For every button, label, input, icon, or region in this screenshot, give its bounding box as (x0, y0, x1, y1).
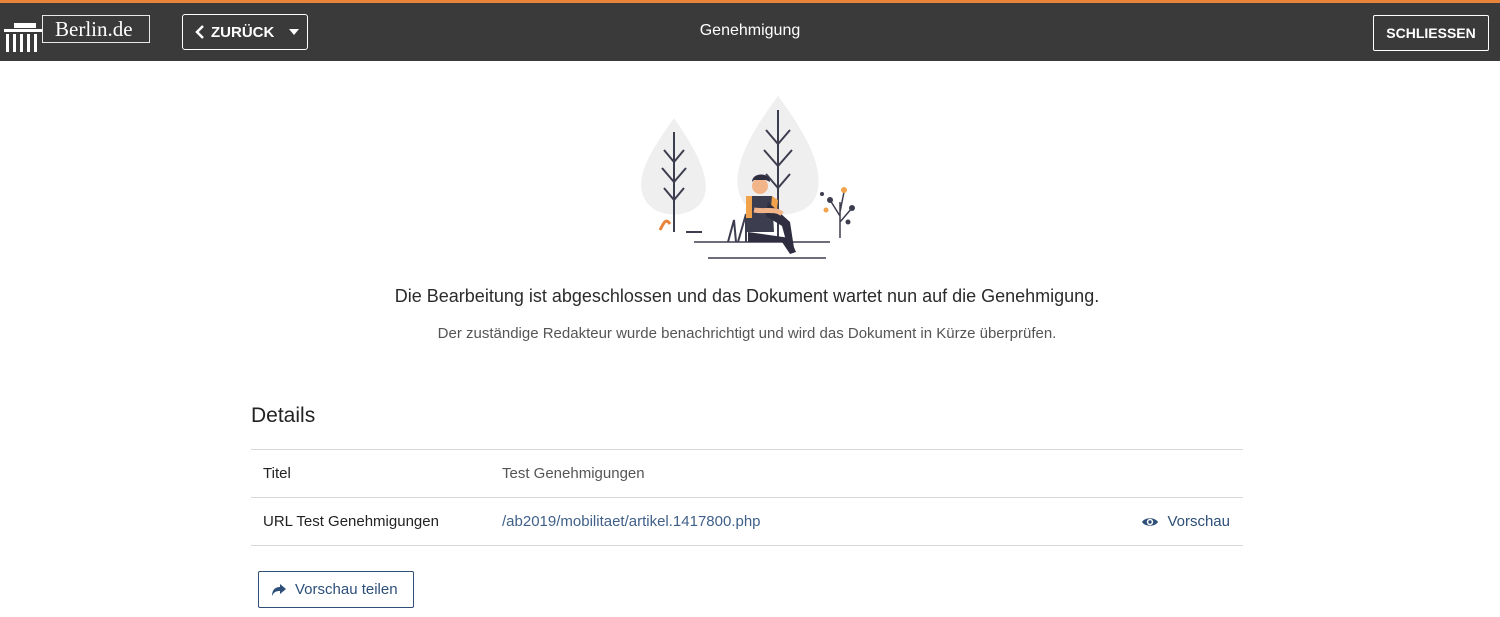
notification-message: Der zuständige Redakteur wurde benachric… (437, 325, 1057, 342)
share-arrow-icon (272, 583, 286, 596)
table-row: URL Test Genehmigungen /ab2019/mobilitae… (251, 498, 1243, 546)
berlin-logo[interactable]: Berlin.de (4, 15, 150, 53)
chevron-left-icon (195, 25, 204, 39)
preview-link-label: Vorschau (1167, 513, 1230, 530)
details-heading: Details (251, 404, 316, 427)
row-label: Titel (263, 465, 291, 482)
share-button-label: Vorschau teilen (295, 581, 398, 598)
caret-down-icon (289, 29, 300, 35)
logo-suffix: .de (107, 17, 133, 41)
row-label: URL Test Genehmigungen (263, 513, 439, 530)
url-link[interactable]: /ab2019/mobilitaet/artikel.1417800.php (502, 513, 761, 530)
person-under-trees-illustration (641, 96, 855, 259)
back-button[interactable]: ZURÜCK (182, 14, 308, 50)
share-preview-button[interactable]: Vorschau teilen (258, 571, 414, 608)
row-value: Test Genehmigungen (502, 465, 645, 482)
details-table: Titel Test Genehmigungen URL Test Genehm… (251, 449, 1243, 546)
logo-text: Berlin (55, 17, 108, 41)
back-button-label: ZURÜCK (211, 23, 275, 41)
logo-wordmark: Berlin.de (42, 15, 150, 43)
completion-message: Die Bearbeitung ist abgeschlossen und da… (394, 286, 1100, 306)
top-bar: Berlin.de ZURÜCK Genehmigung SCHLIESSEN (0, 3, 1500, 61)
table-row: Titel Test Genehmigungen (251, 450, 1243, 498)
preview-link[interactable]: Vorschau (1141, 513, 1230, 530)
eye-icon (1142, 517, 1159, 526)
brandenburg-gate-icon (4, 23, 44, 52)
close-button[interactable]: SCHLIESSEN (1373, 15, 1489, 51)
